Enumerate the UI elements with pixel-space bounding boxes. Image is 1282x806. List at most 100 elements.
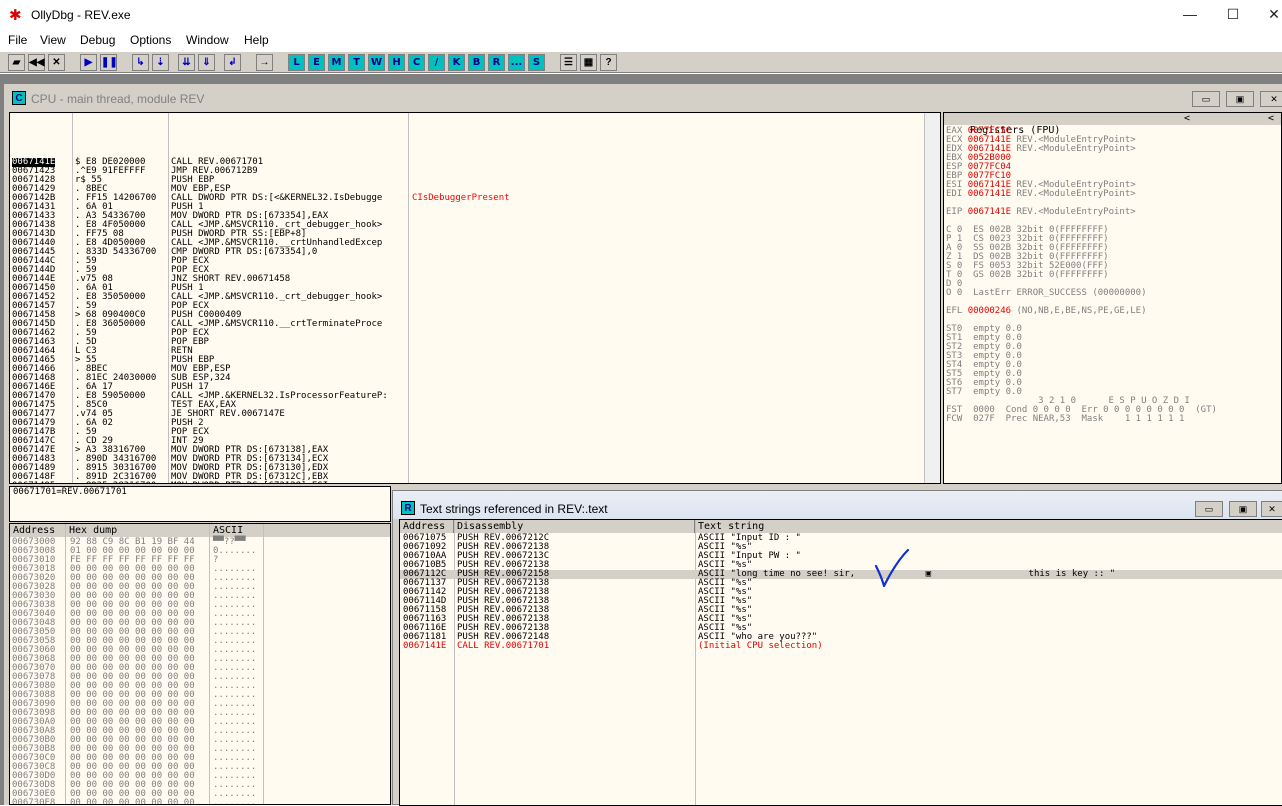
maximize-button[interactable]: ☐ bbox=[1221, 6, 1245, 22]
run-trace-window-button[interactable]: ... bbox=[508, 54, 525, 71]
dump-row[interactable]: 00673060 00 00 00 00 00 00 00 00........ bbox=[12, 646, 390, 655]
dump-row[interactable]: 00673008 01 00 00 00 00 00 00 00 0....... bbox=[12, 547, 390, 556]
disasm-row[interactable]: 00671438. E8 4F050000 CALL <JMP.&MSVCR110… bbox=[10, 221, 940, 230]
disasm-row[interactable]: 00671431. 6A 01 PUSH 1 bbox=[10, 203, 940, 212]
disasm-row[interactable]: 00671450. 6A 01 PUSH 1 bbox=[10, 284, 940, 293]
grid-icon[interactable]: ▦ bbox=[580, 54, 597, 71]
dump-col-ascii[interactable]: ASCII bbox=[210, 524, 264, 537]
menu-options[interactable]: Options bbox=[130, 33, 171, 47]
list-icon[interactable]: ☰ bbox=[560, 54, 577, 71]
close-icon[interactable]: ✕ bbox=[48, 54, 65, 71]
register-row[interactable]: FCW 027F Prec NEAR,53 Mask 1 1 1 1 1 1 bbox=[946, 415, 1217, 424]
disassembly-pane[interactable]: 0067141E $ E8 DE020000 CALL REV.00671701 00… bbox=[9, 112, 941, 484]
cpu-window-button[interactable]: C bbox=[408, 54, 425, 71]
dump-row[interactable]: 00673068 00 00 00 00 00 00 00 00........ bbox=[12, 655, 390, 664]
disasm-row[interactable]: 00671465 > 55 PUSH EBP bbox=[10, 356, 940, 365]
step-over-icon[interactable]: ⇣ bbox=[152, 54, 169, 71]
disasm-row[interactable]: 00671462. 59 POP ECX bbox=[10, 329, 940, 338]
dump-col-hex[interactable]: Hex dump bbox=[66, 524, 210, 537]
dump-row[interactable]: 00673048 00 00 00 00 00 00 00 00........ bbox=[12, 619, 390, 628]
register-row[interactable]: EDI 0067141E REV.<ModuleEntryPoint> bbox=[946, 190, 1217, 199]
dump-row[interactable]: 00673020 00 00 00 00 00 00 00 00........ bbox=[12, 574, 390, 583]
pause-icon[interactable]: ❚❚ bbox=[100, 54, 118, 71]
goto-icon[interactable]: → bbox=[256, 54, 273, 71]
disasm-row[interactable]: 00671470. E8 59050000 CALL <JMP.&KERNEL32… bbox=[10, 392, 940, 401]
dump-col-address[interactable]: Address bbox=[10, 524, 66, 537]
dump-row[interactable]: 00673010 FE FF FF FF FF FF FF FF? bbox=[12, 556, 390, 565]
dump-row[interactable]: 00673000 92 88 C9 8C B1 19 BF 44 ▀▀??▀▀ bbox=[12, 538, 390, 547]
dump-row[interactable]: 00673038 00 00 00 00 00 00 00 00........ bbox=[12, 601, 390, 610]
disasm-row[interactable]: 00671475. 85C0 TEST EAX,EAX bbox=[10, 401, 940, 410]
disasm-row[interactable]: 0067147B. 59 POP ECX bbox=[10, 428, 940, 437]
call-stack-window-button[interactable]: K bbox=[448, 54, 465, 71]
dump-row[interactable]: 00673080 00 00 00 00 00 00 00 00........ bbox=[12, 682, 390, 691]
disasm-row[interactable]: 00671423 .^E9 91FEFFFF JMP REV.006712B9 bbox=[10, 167, 940, 176]
disasm-row[interactable]: 00671445. 833D 54336700 CMP DWORD PTR DS:… bbox=[10, 248, 940, 257]
disasm-row[interactable]: 0067147C. CD 29 INT 29 bbox=[10, 437, 940, 446]
strings-close-button[interactable]: ✕ bbox=[1261, 501, 1282, 517]
menu-view[interactable]: View bbox=[40, 33, 66, 47]
disasm-row[interactable]: 0067143D. FF75 08 PUSH DWORD PTR SS:[EBP+… bbox=[10, 230, 940, 239]
source-window-button[interactable]: S bbox=[528, 54, 545, 71]
menu-debug[interactable]: Debug bbox=[80, 33, 115, 47]
cpu-close-button[interactable]: ✕ bbox=[1260, 91, 1282, 107]
dump-row[interactable]: 00673070 00 00 00 00 00 00 00 00........ bbox=[12, 664, 390, 673]
strings-maximize-button[interactable]: ▣ bbox=[1229, 501, 1257, 517]
dump-row[interactable]: 00673050 00 00 00 00 00 00 00 00........ bbox=[12, 628, 390, 637]
breakpoints-window-button[interactable]: B bbox=[468, 54, 485, 71]
log-window-button[interactable]: L bbox=[288, 54, 305, 71]
dump-row[interactable]: 006730D0 00 00 00 00 00 00 00 00........ bbox=[12, 772, 390, 781]
dump-row[interactable]: 00673098 00 00 00 00 00 00 00 00........ bbox=[12, 709, 390, 718]
patches-window-button[interactable]: / bbox=[428, 54, 445, 71]
disasm-row[interactable]: 0067141E $ E8 DE020000 CALL REV.00671701 bbox=[10, 158, 940, 167]
memory-window-button[interactable]: M bbox=[328, 54, 345, 71]
restart-icon[interactable]: ◀◀ bbox=[28, 54, 45, 71]
hex-dump-pane[interactable]: Address Hex dump ASCII 00673000 92 88 C9 … bbox=[9, 523, 391, 805]
menu-window[interactable]: Window bbox=[186, 33, 229, 47]
disasm-row[interactable]: 00671457. 59 POP ECX bbox=[10, 302, 940, 311]
disasm-row[interactable]: 0067142B. FF15 14206700 CALL DWORD PTR DS… bbox=[10, 194, 940, 203]
disasm-row[interactable]: 00671495 . 8935 28316700 MOV DWORD PTR DS:… bbox=[10, 482, 940, 484]
disasm-row[interactable]: 00671433. A3 54336700 MOV DWORD PTR DS:[6… bbox=[10, 212, 940, 221]
disassembly-scrollbar[interactable] bbox=[924, 113, 940, 483]
dump-row[interactable]: 006730E8 00 00 00 00 00 00 00 00........ bbox=[12, 799, 390, 805]
open-icon[interactable]: ▰ bbox=[8, 54, 25, 71]
strings-col-disassembly[interactable]: Disassembly bbox=[454, 520, 695, 533]
disasm-row[interactable]: 00671428 r$ 55 PUSH EBP bbox=[10, 176, 940, 185]
close-window-button[interactable]: ✕ bbox=[1262, 6, 1282, 22]
menu-help[interactable]: Help bbox=[244, 33, 269, 47]
disasm-row[interactable]: 0067145D. E8 36050000 CALL <JMP.&MSVCR110… bbox=[10, 320, 940, 329]
handles-window-button[interactable]: H bbox=[388, 54, 405, 71]
dump-row[interactable]: 00673028 00 00 00 00 00 00 00 00........ bbox=[12, 583, 390, 592]
windows-window-button[interactable]: W bbox=[368, 54, 385, 71]
threads-window-button[interactable]: T bbox=[348, 54, 365, 71]
disasm-row[interactable]: 00671468. 81EC 24030000 SUB ESP,324 bbox=[10, 374, 940, 383]
dump-row[interactable]: 006730B0 00 00 00 00 00 00 00 00........ bbox=[12, 736, 390, 745]
registers-pane[interactable]: Registers (FPU) < < < < EAX 0077FC5C ECX… bbox=[943, 112, 1282, 484]
dump-row[interactable]: 00673018 00 00 00 00 00 00 00 00........ bbox=[12, 565, 390, 574]
menu-file[interactable]: File bbox=[8, 33, 27, 47]
disasm-row[interactable]: 00671464 L C3 RETN bbox=[10, 347, 940, 356]
trace-into-icon[interactable]: ⇊ bbox=[178, 54, 195, 71]
dump-row[interactable]: 006730A0 00 00 00 00 00 00 00 00........ bbox=[12, 718, 390, 727]
strings-list[interactable]: Address Disassembly Text string 00671075… bbox=[399, 519, 1282, 806]
disasm-row[interactable]: 0067144C. 59 POP ECX bbox=[10, 257, 940, 266]
minimize-button[interactable]: — bbox=[1178, 6, 1202, 22]
cpu-minimize-button[interactable]: ▭ bbox=[1192, 91, 1220, 107]
strings-col-address[interactable]: Address bbox=[400, 520, 454, 533]
dump-row[interactable]: 006730A8 00 00 00 00 00 00 00 00........ bbox=[12, 727, 390, 736]
register-row[interactable]: T 0 GS 002B 32bit 0(FFFFFFFF) bbox=[946, 271, 1217, 280]
strings-minimize-button[interactable]: ▭ bbox=[1195, 501, 1223, 517]
dump-row[interactable]: 00673090 00 00 00 00 00 00 00 00........ bbox=[12, 700, 390, 709]
help-icon[interactable]: ? bbox=[600, 54, 617, 71]
modules-window-button[interactable]: E bbox=[308, 54, 325, 71]
cpu-maximize-button[interactable]: ▣ bbox=[1226, 91, 1254, 107]
dump-row[interactable]: 00673030 00 00 00 00 00 00 00 00........ bbox=[12, 592, 390, 601]
disasm-row[interactable]: 0067146E. 6A 17 PUSH 17 bbox=[10, 383, 940, 392]
execute-till-return-icon[interactable]: ↲ bbox=[224, 54, 241, 71]
dump-row[interactable]: 00673058 00 00 00 00 00 00 00 00........ bbox=[12, 637, 390, 646]
strings-col-text[interactable]: Text string bbox=[695, 520, 1282, 533]
trace-over-icon[interactable]: ⇓ bbox=[198, 54, 215, 71]
dump-row[interactable]: 00673040 00 00 00 00 00 00 00 00........ bbox=[12, 610, 390, 619]
registers-nav-arrows[interactable]: < < < < bbox=[1184, 113, 1281, 125]
